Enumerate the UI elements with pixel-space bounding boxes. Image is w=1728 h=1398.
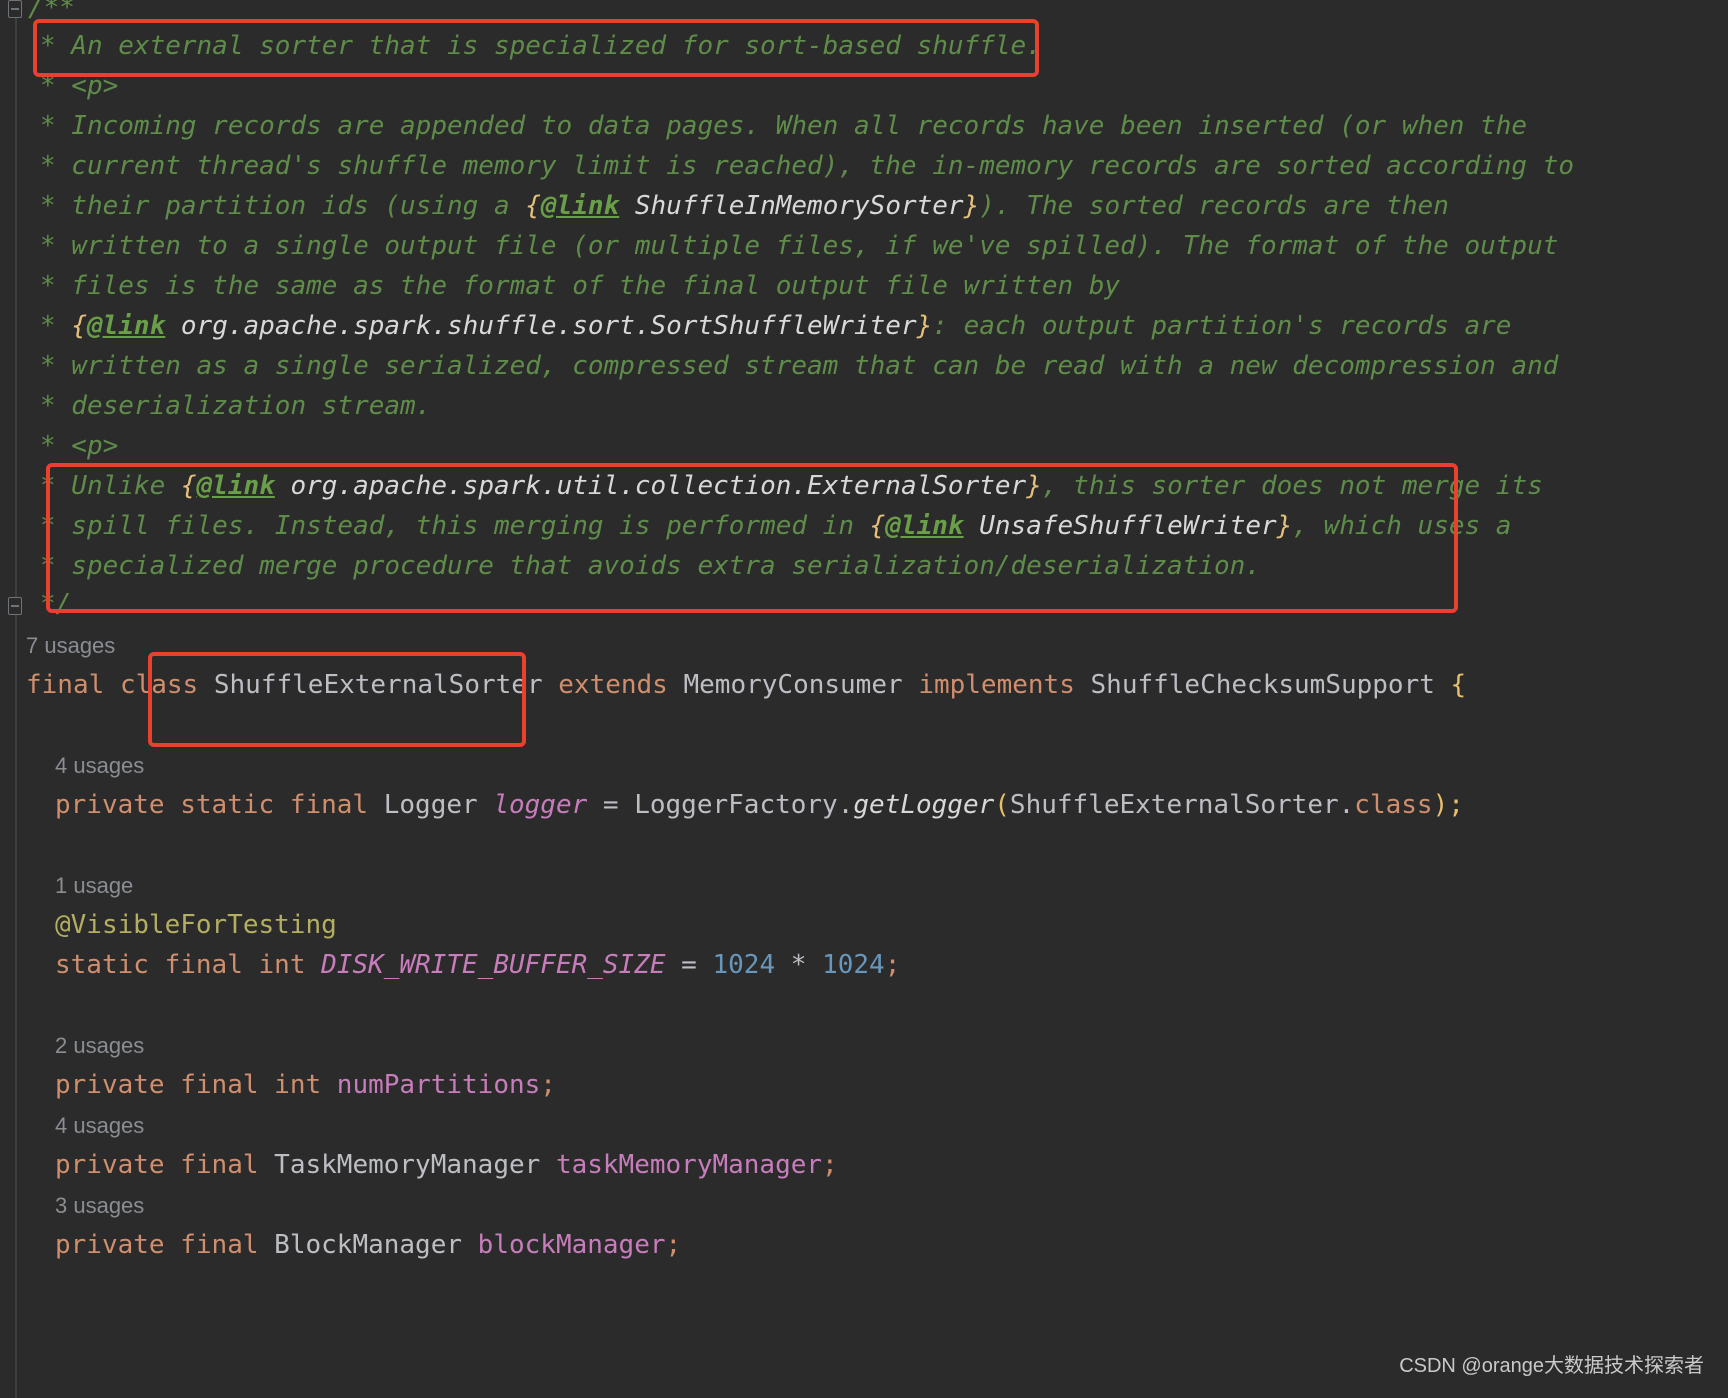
keyword-extends: extends xyxy=(558,670,668,700)
keyword-private: private xyxy=(55,1150,165,1180)
semicolon: ; xyxy=(822,1150,838,1180)
fold-icon[interactable] xyxy=(8,0,22,18)
paren-open: ( xyxy=(994,790,1010,820)
method-get-logger[interactable]: getLogger xyxy=(853,790,994,820)
keyword-private: private xyxy=(55,1070,165,1100)
field-num-partitions[interactable]: numPartitions xyxy=(337,1070,541,1100)
keyword-private: private xyxy=(55,1230,165,1260)
doc-line-5: * their partition ids (using a {@link Sh… xyxy=(40,184,1449,228)
type-logger[interactable]: Logger xyxy=(384,790,478,820)
keyword-final: final xyxy=(180,1070,259,1100)
doc-line-4: * current thread's shuffle memory limit … xyxy=(40,151,1575,181)
link-ref-sort-shuffle-writer[interactable]: org.apache.spark.shuffle.sort.SortShuffl… xyxy=(181,311,917,341)
task-memory-manager-field: private final TaskMemoryManager taskMemo… xyxy=(55,1143,838,1187)
field-buffer-size[interactable]: DISK_WRITE_BUFFER_SIZE xyxy=(321,950,665,980)
number-literal: 1024 xyxy=(822,950,885,980)
semicolon: ; xyxy=(884,950,901,980)
type-block-manager[interactable]: BlockManager xyxy=(274,1230,462,1260)
semicolon: ; xyxy=(665,1230,682,1260)
link-brace: { xyxy=(525,191,541,221)
keyword-implements: implements xyxy=(918,670,1075,700)
semicolon: ; xyxy=(540,1070,556,1100)
keyword-final: final xyxy=(164,950,243,980)
highlight-box-unlike xyxy=(46,463,1458,613)
keyword-final: final xyxy=(180,1150,259,1180)
equals: = xyxy=(665,950,713,980)
annotation-visible-for-testing: @VisibleForTesting xyxy=(55,903,337,947)
keyword-static: static xyxy=(180,790,275,820)
keyword-int: int xyxy=(274,1070,322,1100)
usages-hint-block-mm[interactable]: 3 usages xyxy=(55,1186,144,1226)
interface-name[interactable]: ShuffleChecksumSupport xyxy=(1091,670,1435,700)
watermark: CSDN @orange大数据技术探索者 xyxy=(1399,1355,1704,1377)
doc-line-8: * {@link org.apache.spark.shuffle.sort.S… xyxy=(40,304,1511,348)
link-ref-in-memory-sorter[interactable]: ShuffleInMemorySorter xyxy=(635,191,964,221)
doc-text: * xyxy=(40,311,72,341)
usages-hint-task-mm[interactable]: 4 usages xyxy=(55,1106,144,1146)
usages-hint-buffer[interactable]: 1 usage xyxy=(55,866,133,906)
field-block-manager[interactable]: blockManager xyxy=(478,1230,666,1260)
keyword-private: private xyxy=(55,790,165,820)
logger-arg[interactable]: ShuffleExternalSorter. xyxy=(1010,790,1354,820)
keyword-static: static xyxy=(55,950,149,980)
doc-line-7: * files is the same as the format of the… xyxy=(40,271,1121,301)
link-tag[interactable]: @link xyxy=(541,191,619,221)
annotation[interactable]: @VisibleForTesting xyxy=(55,910,337,940)
link-brace: { xyxy=(71,311,87,341)
keyword-final: final xyxy=(180,1230,259,1260)
link-brace: } xyxy=(963,191,980,221)
keyword-final: final xyxy=(289,790,369,820)
buffer-size-field: static final int DISK_WRITE_BUFFER_SIZE … xyxy=(55,943,900,987)
type-task-memory-manager[interactable]: TaskMemoryManager xyxy=(274,1150,540,1180)
usages-hint-partitions[interactable]: 2 usages xyxy=(55,1026,144,1066)
num-partitions-field: private final int numPartitions; xyxy=(55,1063,556,1107)
field-task-memory-manager[interactable]: taskMemoryManager xyxy=(556,1150,822,1180)
super-class[interactable]: MemoryConsumer xyxy=(684,670,903,700)
keyword-class-literal: class xyxy=(1354,790,1433,820)
times: * xyxy=(775,950,823,980)
fold-icon[interactable] xyxy=(8,597,22,615)
doc-line-10: * deserialization stream. xyxy=(40,391,432,421)
keyword-int: int xyxy=(258,950,306,980)
block-manager-field: private final BlockManager blockManager; xyxy=(55,1223,681,1267)
number-literal: 1024 xyxy=(712,950,776,980)
doc-line-6: * written to a single output file (or mu… xyxy=(40,231,1559,261)
doc-line-11: * <p> xyxy=(40,431,119,461)
doc-line-9: * written as a single serialized, compre… xyxy=(40,351,1559,381)
logger-factory[interactable]: LoggerFactory. xyxy=(634,790,853,820)
logger-field: private static final Logger logger = Log… xyxy=(55,783,1464,827)
doc-text: : each output partition's records are xyxy=(932,311,1512,341)
highlight-box-summary xyxy=(33,19,1039,77)
doc-text: * their partition ids (using a xyxy=(40,191,526,221)
link-brace: } xyxy=(916,311,933,341)
keyword-final: final xyxy=(26,670,105,700)
paren-close: ); xyxy=(1432,790,1464,820)
usages-hint-logger[interactable]: 4 usages xyxy=(55,746,144,786)
gutter xyxy=(15,0,17,1398)
code-editor[interactable]: /** * An external sorter that is special… xyxy=(0,0,1728,1398)
highlight-box-class-name xyxy=(148,652,526,747)
open-brace: { xyxy=(1450,670,1467,700)
equals: = xyxy=(587,790,635,820)
link-tag[interactable]: @link xyxy=(87,311,165,341)
usages-hint-class[interactable]: 7 usages xyxy=(26,626,115,666)
doc-line-3: * Incoming records are appended to data … xyxy=(40,111,1528,141)
doc-text: ). The sorted records are then xyxy=(979,191,1449,221)
field-logger[interactable]: logger xyxy=(493,790,587,820)
